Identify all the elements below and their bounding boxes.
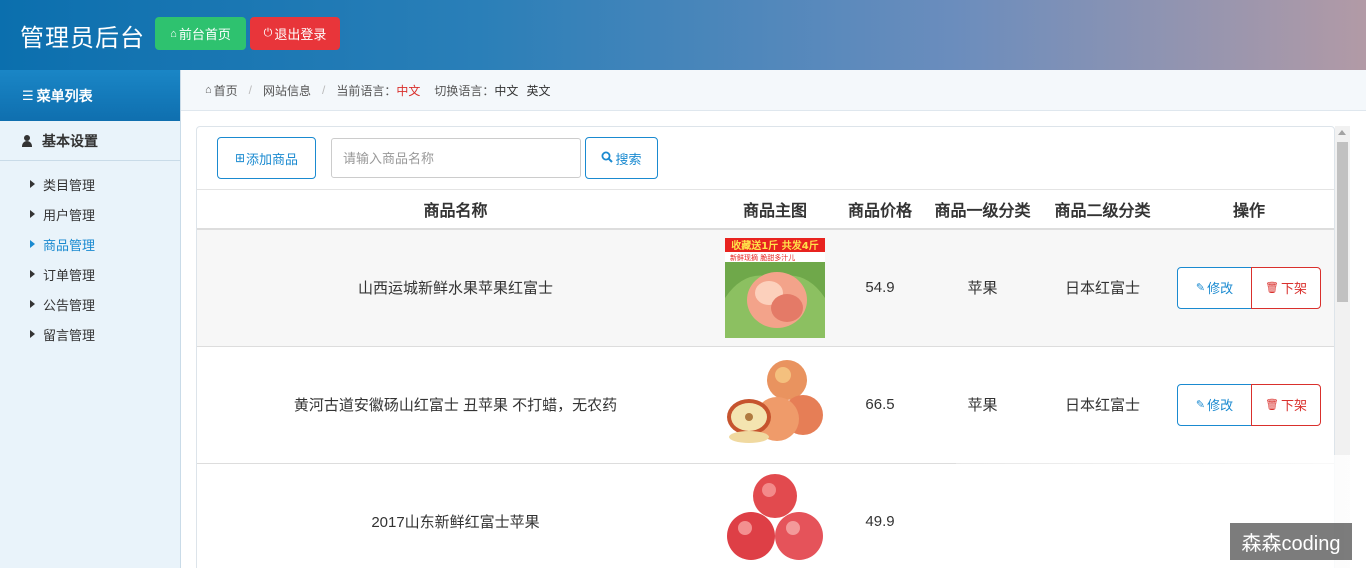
sidebar-group-label: 基本设置 — [42, 132, 98, 149]
caret-right-icon — [30, 300, 35, 308]
take-down-button[interactable]: 🗑 下架 — [1251, 383, 1321, 426]
product-image-cell — [714, 462, 836, 568]
switch-language-label: 切换语言： — [434, 83, 495, 98]
product-search-input[interactable] — [331, 138, 581, 178]
column-header-price: 商品价格 — [836, 190, 924, 230]
edit-label: 修改 — [1207, 398, 1234, 413]
product-image-cell — [714, 345, 836, 463]
caret-right-icon — [30, 240, 35, 248]
caret-right-icon — [30, 270, 35, 278]
sidebar-item-category[interactable]: 类目管理 — [0, 169, 180, 199]
breadcrumb: ⌂ 首页 / 网站信息 / 当前语言： 中文 切换语言： 中文 英文 — [181, 70, 1366, 111]
search-button[interactable]: 搜索 — [585, 137, 658, 179]
product-toolbar: ⊞ 添加商品 搜索 — [197, 127, 1334, 190]
home-icon: ⌂ — [205, 84, 212, 96]
product-cat2-cell: 日本红富士 — [1041, 345, 1164, 463]
take-down-label: 下架 — [1280, 281, 1307, 297]
switch-language-en[interactable]: 英文 — [526, 82, 550, 99]
table-row: 黄河古道安徽砀山红富士 丑苹果 不打蜡，无农药 66.5 苹果 日本红富士 ✎ … — [197, 345, 1334, 463]
sidebar-item-label: 用户管理 — [43, 207, 96, 223]
breadcrumb-section[interactable]: 网站信息 — [263, 82, 311, 99]
product-price-cell: 66.5 — [836, 345, 924, 463]
frontend-home-label: 前台首页 — [178, 27, 231, 42]
plus-square-icon: ⊞ — [234, 151, 246, 165]
column-header-ops: 操作 — [1164, 190, 1334, 230]
scroll-up-icon[interactable] — [1338, 130, 1346, 135]
breadcrumb-separator: / — [248, 83, 253, 97]
sidebar-item-products[interactable]: 商品管理 — [0, 229, 180, 259]
take-down-button[interactable]: 🗑 下架 — [1251, 266, 1321, 309]
product-ops-cell: ✎ 修改 🗑 下架 — [1164, 228, 1334, 346]
product-price-cell: 54.9 — [836, 228, 924, 346]
edit-button[interactable]: ✎ 修改 — [1177, 383, 1252, 426]
product-price-cell: 49.9 — [836, 462, 924, 568]
add-product-button[interactable]: ⊞ 添加商品 — [217, 137, 316, 179]
watermark: 森森coding — [1230, 523, 1352, 560]
frontend-home-button[interactable]: ⌂ 前台首页 — [155, 17, 246, 50]
edit-label: 修改 — [1207, 281, 1234, 297]
promo-sub-text: 新鲜现摘 脆甜多汁儿 — [730, 253, 795, 262]
promo-banner-text: 收藏送1斤 共发4斤 — [731, 239, 818, 252]
sidebar-item-messages[interactable]: 留言管理 — [0, 319, 180, 349]
list-icon: ☰ — [22, 87, 34, 103]
sidebar-group-basic-settings[interactable]: 基本设置 — [0, 121, 180, 161]
sidebar-item-label: 公告管理 — [43, 297, 96, 313]
sidebar-item-label: 商品管理 — [43, 237, 96, 253]
product-name-cell: 2017山东新鲜红富士苹果 — [197, 462, 714, 568]
breadcrumb-home[interactable]: 首页 — [214, 82, 238, 99]
table-header-row: 商品名称 商品主图 商品价格 商品一级分类 商品二级分类 操作 — [197, 190, 1334, 230]
product-name-cell: 黄河古道安徽砀山红富士 丑苹果 不打蜡，无农药 — [197, 345, 714, 463]
trash-icon: 🗑 — [1265, 399, 1279, 411]
top-header: 管理员后台 ⌂ 前台首页 ⏻ 退出登录 — [0, 0, 1366, 70]
search-icon — [601, 151, 614, 166]
column-header-image: 商品主图 — [714, 190, 836, 230]
column-header-cat1: 商品一级分类 — [924, 190, 1041, 230]
caret-right-icon — [30, 330, 35, 338]
user-icon — [22, 134, 32, 147]
edit-icon: ✎ — [1195, 282, 1206, 295]
edit-icon: ✎ — [1195, 399, 1206, 411]
trash-icon: 🗑 — [1265, 282, 1279, 295]
column-header-name: 商品名称 — [197, 190, 714, 230]
sidebar-item-orders[interactable]: 订单管理 — [0, 259, 180, 289]
sidebar: ☰ 菜单列表 基本设置 类目管理 用户管理 商品管理 订单管理 公告管理 留言管… — [0, 70, 181, 568]
current-language-value: 中文 — [396, 83, 421, 98]
sidebar-menu: 类目管理 用户管理 商品管理 订单管理 公告管理 留言管理 — [0, 161, 180, 349]
product-name-cell: 山西运城新鲜水果苹果红富士 — [197, 228, 714, 346]
power-icon: ⏻ — [263, 27, 273, 39]
apples-cut-image — [725, 354, 825, 455]
add-product-label: 添加商品 — [246, 151, 299, 167]
table-row: 山西运城新鲜水果苹果红富士 收藏送1斤 共发4斤 新鲜现摘 脆甜多汁儿 54.9… — [197, 228, 1334, 346]
product-cat2-cell: 日本红富士 — [1041, 228, 1164, 346]
take-down-label: 下架 — [1280, 398, 1307, 413]
row-actions: ✎ 修改 🗑 下架 — [1164, 383, 1334, 426]
edit-button[interactable]: ✎ 修改 — [1177, 266, 1252, 309]
sidebar-item-notices[interactable]: 公告管理 — [0, 289, 180, 319]
current-language-label: 当前语言： — [336, 83, 397, 98]
product-image-cell: 收藏送1斤 共发4斤 新鲜现摘 脆甜多汁儿 — [714, 228, 836, 346]
logout-label: 退出登录 — [274, 27, 327, 42]
red-apples-image — [725, 471, 825, 568]
sidebar-item-label: 类目管理 — [43, 177, 96, 193]
sidebar-heading: ☰ 菜单列表 — [0, 70, 180, 121]
column-header-cat2: 商品二级分类 — [1041, 190, 1164, 230]
caret-right-icon — [30, 210, 35, 218]
row-actions: ✎ 修改 🗑 下架 — [1164, 266, 1334, 309]
search-label: 搜索 — [615, 151, 642, 167]
switch-language-zh[interactable]: 中文 — [494, 82, 518, 99]
sidebar-item-users[interactable]: 用户管理 — [0, 199, 180, 229]
peach-promo-image: 收藏送1斤 共发4斤 新鲜现摘 脆甜多汁儿 — [725, 237, 825, 338]
sidebar-item-label: 订单管理 — [43, 267, 96, 283]
product-cat1-cell: 苹果 — [924, 228, 1041, 346]
scrollbar-thumb[interactable] — [1337, 142, 1348, 302]
breadcrumb-separator: / — [322, 83, 326, 97]
logout-button[interactable]: ⏻ 退出登录 — [250, 17, 340, 50]
home-icon: ⌂ — [170, 27, 177, 40]
caret-right-icon — [30, 180, 35, 188]
product-cat1-cell: 苹果 — [924, 345, 1041, 463]
sidebar-heading-label: 菜单列表 — [36, 87, 93, 104]
product-ops-cell: ✎ 修改 🗑 下架 — [1164, 345, 1334, 463]
sidebar-item-label: 留言管理 — [43, 327, 96, 343]
app-title: 管理员后台 — [20, 25, 145, 52]
